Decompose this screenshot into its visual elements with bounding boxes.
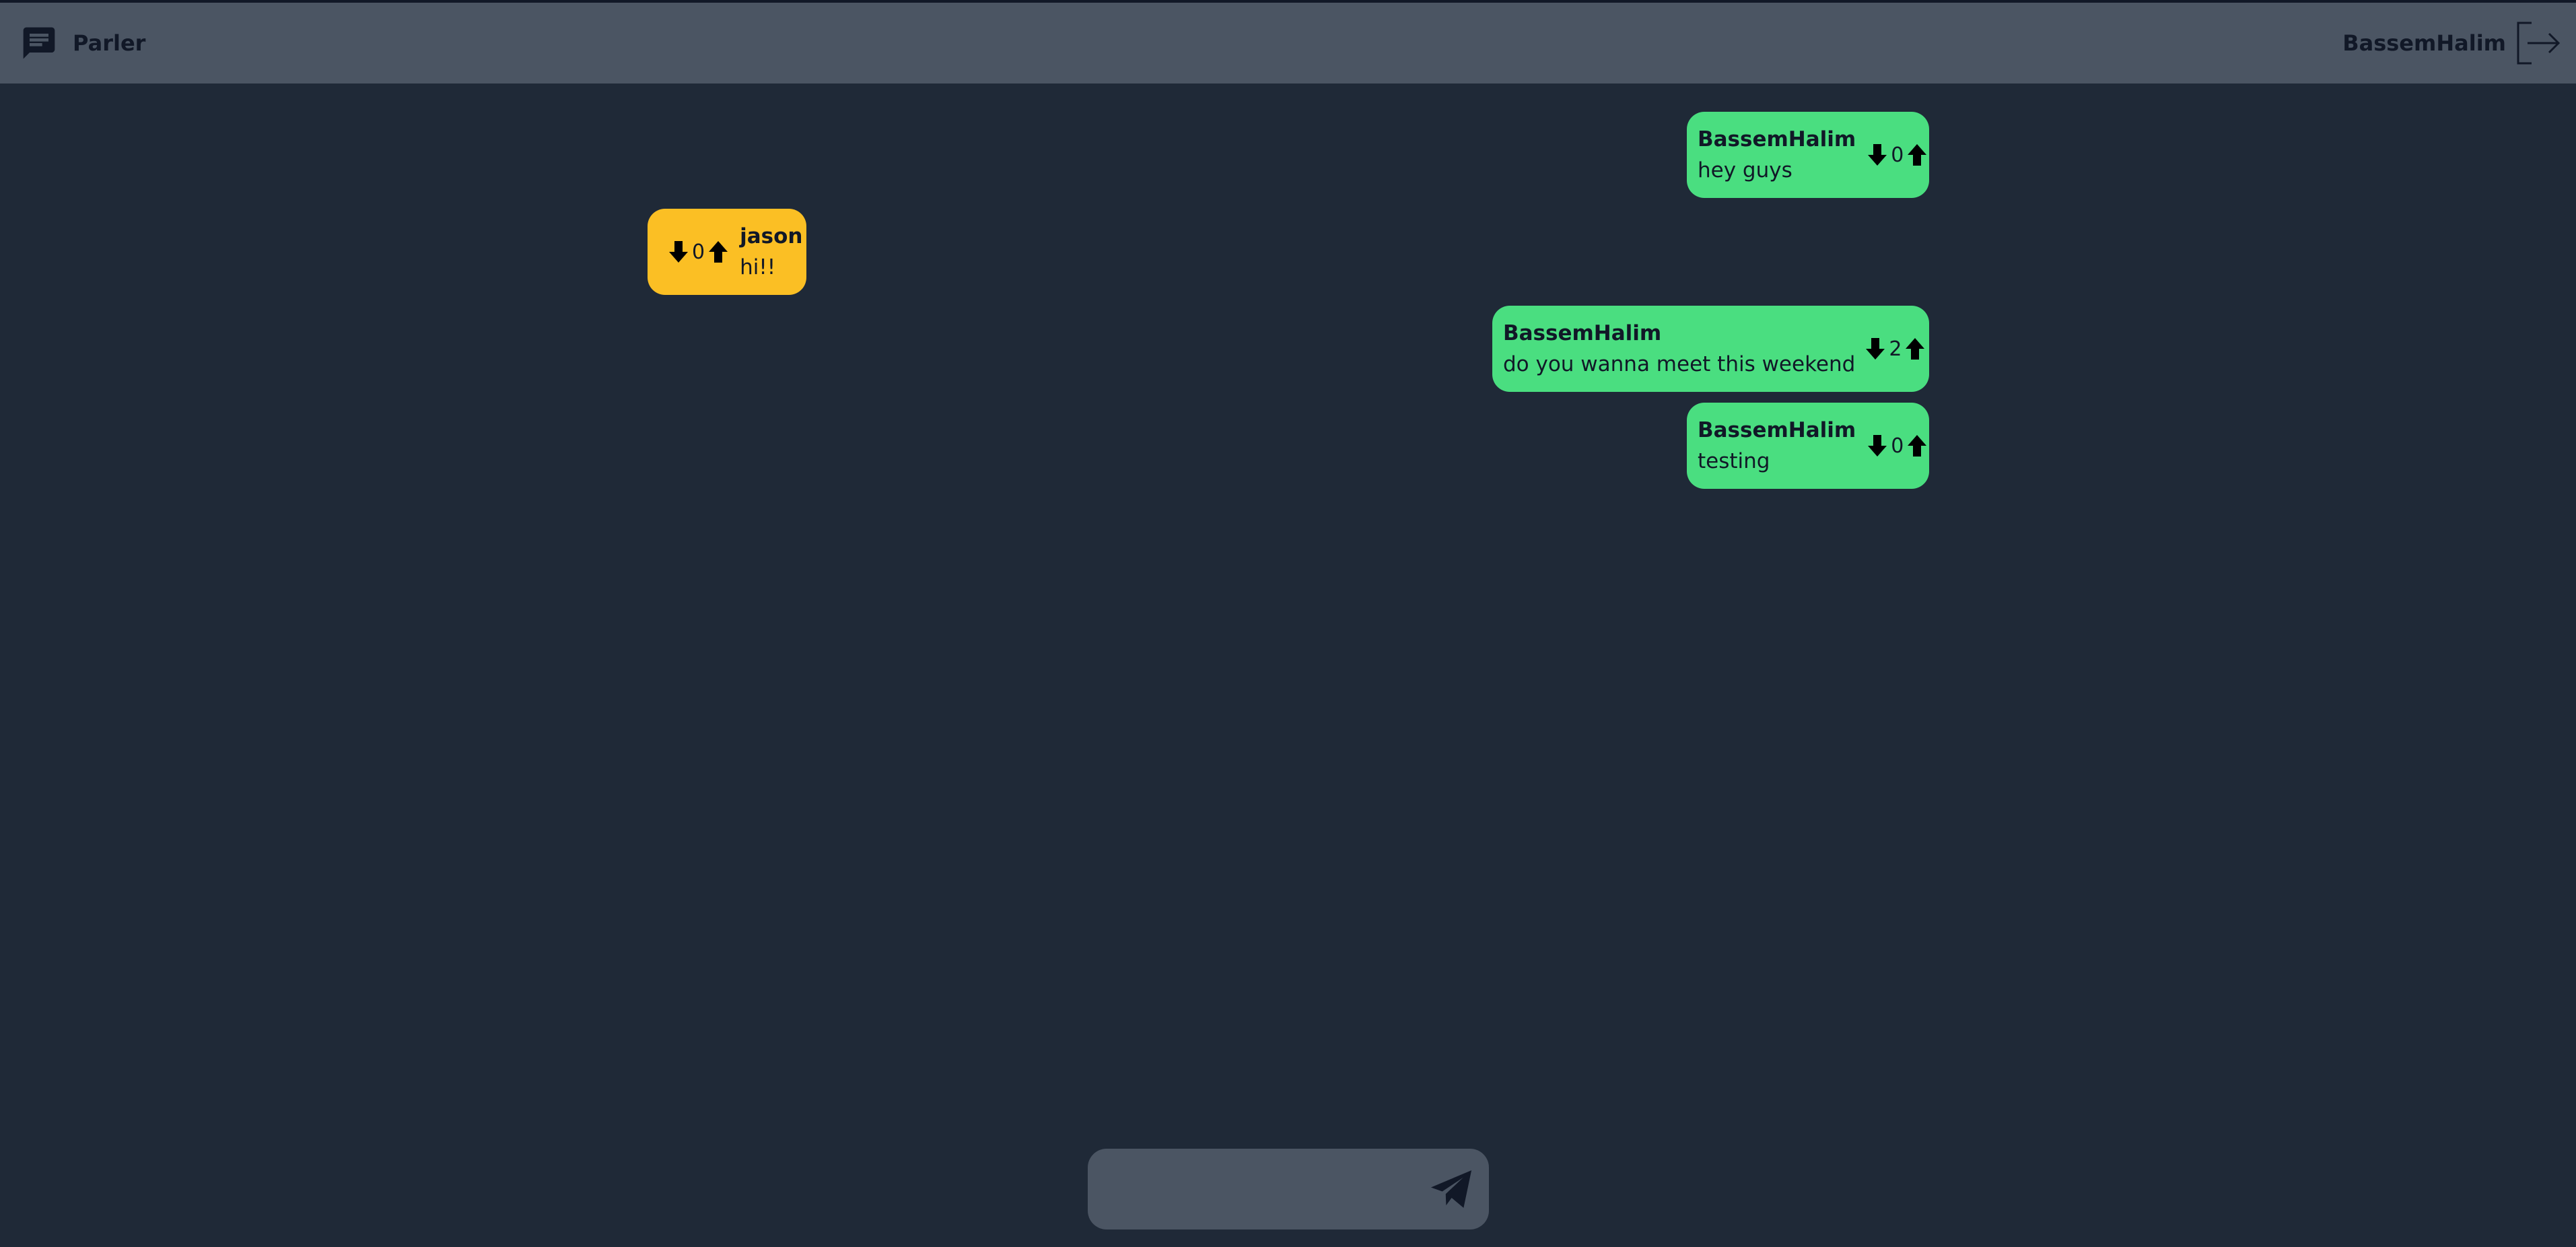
message-content: jason hi!!: [740, 221, 802, 283]
vote-controls: 0: [668, 240, 729, 264]
arrow-up-icon[interactable]: [1906, 434, 1928, 458]
app-title: Parler: [73, 30, 146, 56]
message-input[interactable]: [1108, 1162, 1393, 1217]
navbar: Parler BassemHalim: [0, 3, 2576, 83]
vote-count: 0: [1891, 434, 1904, 458]
message-bubble-own: BassemHalim do you wanna meet this weeke…: [1492, 306, 1929, 392]
vote-controls: 0: [1867, 434, 1928, 458]
vote-controls: 2: [1865, 337, 1926, 361]
message-username: BassemHalim: [1698, 127, 1856, 151]
arrow-down-icon[interactable]: [1865, 337, 1886, 361]
message-username: BassemHalim: [1503, 321, 1662, 345]
vote-controls: 0: [1867, 143, 1928, 167]
arrow-down-icon[interactable]: [1867, 434, 1888, 458]
arrow-up-icon[interactable]: [1906, 143, 1928, 167]
paper-plane-icon[interactable]: [1426, 1164, 1477, 1215]
message-text: testing: [1698, 449, 1770, 473]
message-bubble-own: BassemHalim testing 0: [1687, 403, 1929, 489]
chat-bubble-icon: [23, 27, 55, 59]
arrow-down-icon[interactable]: [1867, 143, 1888, 167]
arrow-up-icon[interactable]: [707, 240, 729, 264]
message-bubble-other: 0 jason hi!!: [648, 209, 806, 295]
message-username: jason: [740, 224, 803, 248]
message-text: hi!!: [740, 255, 776, 279]
message-bubble-own: BassemHalim hey guys 0: [1687, 112, 1929, 198]
vote-count: 0: [692, 240, 705, 264]
vote-count: 0: [1891, 143, 1904, 167]
message-list: BassemHalim hey guys 0 0 jason hi!! Bass…: [0, 83, 2576, 1120]
message-content: BassemHalim hey guys: [1698, 124, 1856, 186]
message-content: BassemHalim testing: [1698, 415, 1856, 477]
message-text: do you wanna meet this weekend: [1503, 352, 1856, 376]
brand[interactable]: Parler: [20, 23, 145, 63]
arrow-up-icon[interactable]: [1904, 337, 1926, 361]
message-username: BassemHalim: [1698, 418, 1856, 442]
message-text: hey guys: [1698, 158, 1792, 182]
message-composer: [1088, 1149, 1489, 1229]
vote-count: 2: [1889, 337, 1902, 361]
message-content: BassemHalim do you wanna meet this weeke…: [1503, 318, 1855, 380]
logout-icon[interactable]: [2515, 20, 2563, 66]
user-area: BassemHalim: [2342, 20, 2563, 66]
arrow-down-icon[interactable]: [668, 240, 689, 264]
current-username: BassemHalim: [2342, 30, 2506, 56]
